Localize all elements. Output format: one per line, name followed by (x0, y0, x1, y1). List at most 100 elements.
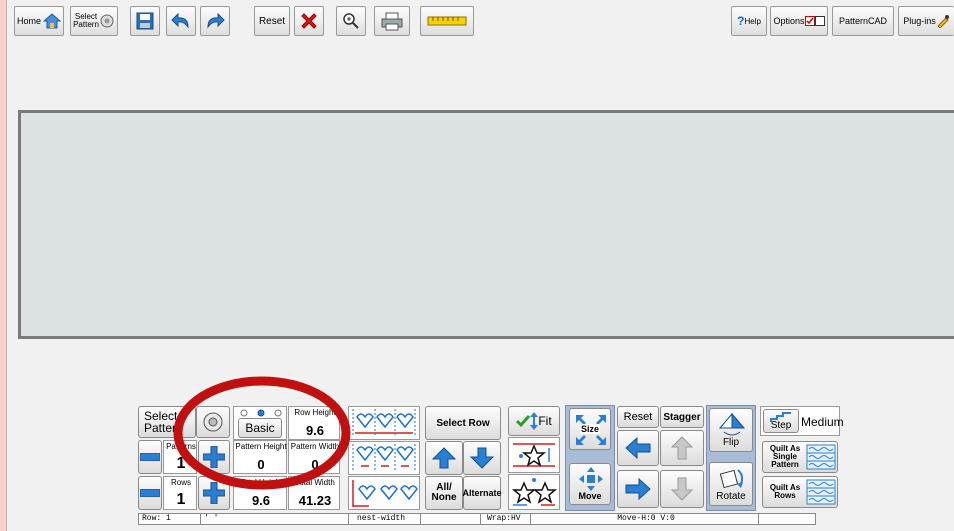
nest-hearts-wide-button[interactable] (348, 406, 420, 440)
ruler-button[interactable] (420, 6, 474, 36)
arrow-left-icon (625, 437, 651, 459)
rotate-icon (719, 469, 744, 489)
quilt-single-pattern-button[interactable]: Quilt As Single Pattern (762, 441, 838, 473)
fit-button[interactable]: Fit (508, 406, 560, 436)
rotate-button[interactable]: Rotate (709, 462, 753, 506)
all-none-button[interactable]: All/ None (425, 476, 463, 510)
status-quote: ' ' (201, 514, 349, 524)
checkbox-checked-icon (804, 16, 815, 26)
quilt-single-label: Quilt As Single Pattern (769, 444, 801, 469)
alternate-label: Alternate (462, 488, 502, 498)
home-button[interactable]: Home (14, 6, 64, 36)
home-icon (43, 13, 61, 29)
undo-icon (171, 12, 189, 29)
redo-icon (207, 12, 225, 29)
row-down-button[interactable] (463, 441, 501, 475)
ruler-icon (427, 16, 467, 26)
reset-position-button[interactable]: Reset (617, 406, 659, 428)
design-canvas[interactable] (18, 110, 954, 339)
patterncad-label: PatternCAD (838, 16, 888, 26)
step-value: Medium (801, 415, 844, 429)
select-row-label: Select Row (436, 417, 490, 429)
step-button[interactable]: Step (763, 409, 799, 433)
size-button[interactable]: Size (569, 408, 611, 450)
step-selector[interactable]: Step Medium (760, 406, 844, 436)
select-row-button[interactable]: Select Row (425, 406, 501, 440)
quilt-rows-label: Quilt As Rows (769, 483, 801, 500)
status-wrap: Wrap:HV (481, 514, 531, 524)
patterns-decrement-button[interactable] (138, 440, 162, 474)
flip-button[interactable]: Flip (709, 408, 753, 452)
help-button[interactable]: ? Help (731, 6, 767, 36)
hearts-row-icon (352, 480, 418, 507)
move-up-button[interactable] (660, 430, 704, 466)
delete-button[interactable] (294, 6, 324, 36)
save-button[interactable] (130, 6, 160, 36)
rows-grid-icon (806, 479, 836, 505)
top-toolbar: Home Select Pattern Reset ? Help Options … (6, 6, 954, 36)
rotate-label: Rotate (716, 491, 746, 502)
fit-label: Fit (538, 414, 552, 428)
star-mirror-button[interactable] (508, 474, 560, 510)
flip-icon (718, 412, 746, 436)
status-bar: Row: 1 ' ' nest-width Wrap:HV Move-H:0 V… (138, 513, 816, 525)
reset-position-label: Reset (623, 411, 653, 423)
all-none-label: All/ None (431, 482, 457, 503)
move-label: Move (578, 491, 602, 501)
zoom-button[interactable] (336, 6, 366, 36)
rows-decrement-button[interactable] (138, 476, 162, 510)
select-pattern-button[interactable]: Select Pattern (70, 6, 118, 36)
arrow-up-icon (431, 447, 457, 469)
star-mirror-icon (511, 478, 558, 506)
options-button[interactable]: Options (770, 6, 828, 36)
steps-icon (770, 412, 791, 422)
flip-label: Flip (722, 437, 740, 448)
redo-button[interactable] (200, 6, 230, 36)
reset-button[interactable]: Reset (254, 6, 290, 36)
arrow-down-icon (671, 477, 693, 501)
help-icon: ? (737, 14, 745, 28)
nest-hearts-row-button[interactable] (348, 476, 420, 510)
move-left-button[interactable] (617, 430, 659, 466)
arrow-right-icon (625, 478, 651, 500)
print-button[interactable] (374, 6, 410, 36)
arrow-down-icon (469, 447, 495, 469)
status-empty-1 (421, 514, 481, 524)
plugin-icon (937, 15, 949, 28)
size-label: Size (579, 424, 600, 434)
stagger-label: Stagger (663, 411, 701, 423)
alternate-button[interactable]: Alternate (462, 476, 502, 510)
total-width-value: 41.23 (298, 493, 332, 508)
plugins-label: Plug-ins (903, 16, 936, 26)
checkbox-empty-icon (814, 16, 825, 26)
plugins-button[interactable]: Plug-ins (898, 6, 954, 36)
move-button[interactable]: Move (569, 463, 611, 505)
annotation-circle (173, 376, 351, 490)
star-stagger-icon (513, 443, 555, 467)
move-arrows-icon (579, 467, 603, 491)
zoom-icon (343, 13, 359, 29)
vertical-arrows-icon (530, 412, 539, 430)
patterncad-button[interactable]: PatternCAD (832, 6, 894, 36)
pattern-grid-icon (806, 444, 836, 470)
close-icon (301, 13, 317, 29)
status-row: Row: 1 (139, 514, 201, 524)
total-height-value: 9.6 (251, 493, 271, 508)
save-icon (136, 12, 154, 30)
home-label: Home (16, 16, 41, 26)
quilt-as-rows-button[interactable]: Quilt As Rows (762, 476, 838, 508)
arrow-up-icon (671, 436, 693, 460)
move-right-button[interactable] (617, 470, 659, 508)
pattern-disc-icon (100, 14, 114, 28)
move-down-button[interactable] (660, 470, 704, 508)
star-stagger-button[interactable] (508, 437, 560, 473)
undo-button[interactable] (166, 6, 196, 36)
nest-hearts-center-button[interactable] (348, 441, 420, 475)
help-label: Help (744, 16, 761, 26)
printer-icon (381, 12, 403, 31)
minus-icon (140, 489, 160, 497)
row-up-button[interactable] (425, 441, 463, 475)
status-move: Move-H:0 V:0 (531, 514, 759, 524)
status-nest: nest-width (349, 514, 421, 524)
stagger-button[interactable]: Stagger (660, 406, 704, 428)
